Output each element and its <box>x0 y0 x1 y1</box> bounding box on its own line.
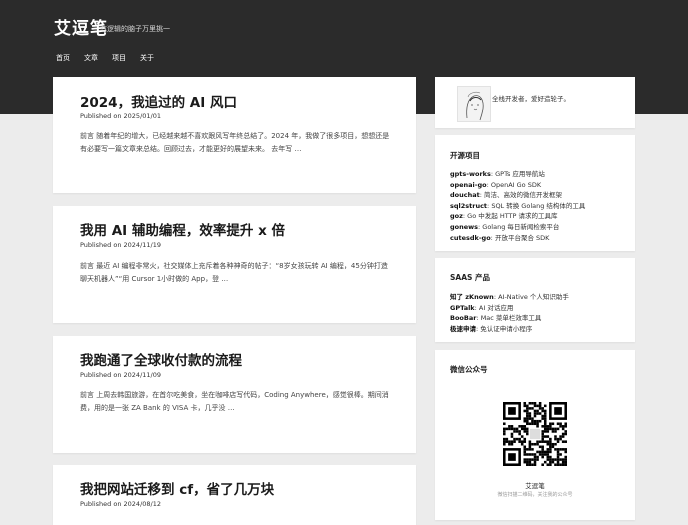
wechat-caption: 微信扫描二维码，关注我的公众号 <box>497 492 573 498</box>
about-widget: 全栈开发者，爱好造轮子。 <box>435 77 635 128</box>
opensource-item-link[interactable]: cutesdk-go <box>450 234 491 242</box>
saas-item-desc: 免认证申请小程序 <box>480 324 533 333</box>
opensource-item: sql2struct: SQL 转换 Golang 结构体的工具 <box>450 201 630 212</box>
nav-item-about[interactable]: 关于 <box>140 53 154 63</box>
post-date: Published on 2024/08/12 <box>80 500 161 508</box>
post-date: Published on 2024/11/19 <box>80 241 161 249</box>
avatar <box>457 86 491 122</box>
wechat-widget: 微信公众号 艾逗笔 微信扫描二维码，关注我的公众号 <box>435 350 635 520</box>
opensource-item-desc: OpenAI Go SDK <box>490 180 542 189</box>
post-date: Published on 2025/01/01 <box>80 112 161 120</box>
opensource-item-desc: SQL 转换 Golang 结构体的工具 <box>491 201 586 210</box>
saas-item-desc: AI-Native 个人知识助手 <box>498 293 569 301</box>
post-card: 我跑通了全球收付款的流程 Published on 2024/11/09 前言 … <box>53 336 416 453</box>
opensource-item-desc: 简洁、高效的微信开发框架 <box>484 191 562 200</box>
opensource-item-desc: GPTs 应用导航站 <box>495 170 545 178</box>
post-title[interactable]: 2024，我追过的 AI 风口 <box>80 91 237 111</box>
post-card: 我把网站迁移到 cf，省了几万块 Published on 2024/08/12 <box>53 465 416 525</box>
opensource-item: gpts-works: GPTs 应用导航站 <box>450 169 630 180</box>
opensource-item-desc: 开放平台聚合 SDK <box>494 233 550 242</box>
saas-list: 知了 zKnown: AI-Native 个人知识助手 GPTalk: AI 对话… <box>450 292 630 334</box>
opensource-list: gpts-works: GPTs 应用导航站 openai-go: OpenAI … <box>450 169 630 243</box>
saas-widget: SAAS 产品 知了 zKnown: AI-Native 个人知识助手 GPTal… <box>435 258 635 342</box>
nav-item-articles[interactable]: 文章 <box>84 53 98 63</box>
nav-item-home[interactable]: 首页 <box>56 53 70 63</box>
saas-item-link[interactable]: 极速申请 <box>450 325 476 333</box>
opensource-item-link[interactable]: douchat <box>450 191 480 199</box>
saas-item-link[interactable]: BooBar <box>450 314 476 322</box>
opensource-item-link[interactable]: openai-go <box>450 181 487 189</box>
post-card: 2024，我追过的 AI 风口 Published on 2025/01/01 … <box>53 77 416 193</box>
site-tagline: 有逻辑的脑子万里挑一 <box>100 25 170 33</box>
saas-item: 极速申请: 免认证申请小程序 <box>450 324 630 335</box>
saas-item-desc: AI 对话应用 <box>478 303 514 312</box>
opensource-item: douchat: 简洁、高效的微信开发框架 <box>450 190 630 201</box>
opensource-item-link[interactable]: goz <box>450 212 463 220</box>
saas-item: BooBar: Mac 菜单栏效率工具 <box>450 313 630 324</box>
post-excerpt: 前言 上周去韩国旅游，在首尔吃美食，坐在咖啡店写代码，Coding Anywhe… <box>80 391 389 412</box>
post-excerpt: 前言 随着年纪的增大，已经越来越不喜欢跟风写年终总结了。2024 年，我做了很多… <box>80 132 390 153</box>
opensource-heading: 开源项目 <box>450 151 480 160</box>
opensource-item-link[interactable]: sql2struct <box>450 202 487 210</box>
post-excerpt: 前言 最近 AI 编程非常火，社交媒体上充斥着各种神奇的帖子：“8岁女孩玩转 A… <box>80 262 388 283</box>
post-title[interactable]: 我用 AI 辅助编程，效率提升 x 倍 <box>80 219 285 239</box>
saas-item-link[interactable]: 知了 zKnown <box>450 293 494 301</box>
post-title[interactable]: 我跑通了全球收付款的流程 <box>80 349 242 369</box>
opensource-item-desc: Golang 每日新闻检索平台 <box>482 222 560 231</box>
opensource-item: cutesdk-go: 开放平台聚合 SDK <box>450 233 630 244</box>
about-text: 全栈开发者，爱好造轮子。 <box>492 95 570 103</box>
main-nav: 首页 文章 项目 关于 <box>56 53 168 63</box>
opensource-item: goz: Go 中发起 HTTP 请求的工具库 <box>450 211 630 222</box>
wechat-account-name: 艾逗笔 <box>525 482 545 490</box>
saas-item-desc: Mac 菜单栏效率工具 <box>480 314 542 323</box>
avatar-sketch-icon <box>466 91 484 121</box>
opensource-item-link[interactable]: gpts-works <box>450 170 491 178</box>
saas-heading: SAAS 产品 <box>450 273 491 282</box>
opensource-item: gonews: Golang 每日新闻检索平台 <box>450 222 630 233</box>
post-card: 我用 AI 辅助编程，效率提升 x 倍 Published on 2024/11… <box>53 206 416 323</box>
opensource-item-link[interactable]: gonews <box>450 223 478 231</box>
qr-code-icon <box>503 402 567 466</box>
post-title[interactable]: 我把网站迁移到 cf，省了几万块 <box>80 478 274 498</box>
wechat-heading: 微信公众号 <box>450 365 488 374</box>
opensource-item-desc: Go 中发起 HTTP 请求的工具库 <box>467 212 558 221</box>
saas-item: GPTalk: AI 对话应用 <box>450 303 630 314</box>
saas-item: 知了 zKnown: AI-Native 个人知识助手 <box>450 292 630 303</box>
post-date: Published on 2024/11/09 <box>80 371 161 379</box>
saas-item-link[interactable]: GPTalk <box>450 304 475 312</box>
opensource-widget: 开源项目 gpts-works: GPTs 应用导航站 openai-go: Op… <box>435 135 635 251</box>
nav-item-projects[interactable]: 项目 <box>112 53 126 63</box>
opensource-item: openai-go: OpenAI Go SDK <box>450 180 630 191</box>
